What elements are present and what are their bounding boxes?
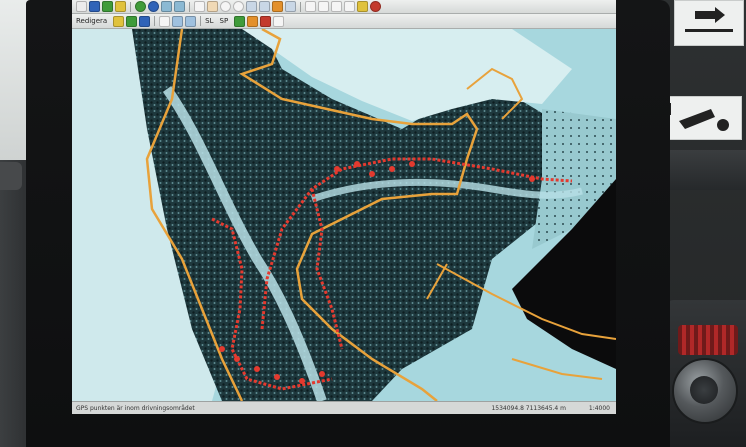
toolbar-separator xyxy=(154,16,156,26)
map-view[interactable] xyxy=(72,29,616,401)
polygon-icon[interactable] xyxy=(172,15,184,27)
gis-application-window: Redigera SL SP GPS punkten är inom drivn… xyxy=(72,0,616,414)
status-bar: GPS punkten är inom drivningsområdet 153… xyxy=(72,401,616,414)
globe-icon[interactable] xyxy=(148,1,159,12)
aerial-map xyxy=(72,29,616,401)
pointer-icon[interactable] xyxy=(194,1,205,12)
toolbar-separator xyxy=(300,1,301,12)
marker-icon[interactable] xyxy=(260,15,272,27)
add-layer-icon[interactable] xyxy=(102,1,113,12)
line-icon[interactable] xyxy=(185,15,197,27)
settings-icon[interactable] xyxy=(357,1,368,12)
globe-icon[interactable] xyxy=(135,1,146,12)
zoom-in-icon[interactable] xyxy=(220,1,231,12)
status-message: GPS punkten är inom drivningsområdet xyxy=(76,405,195,412)
layers-icon[interactable] xyxy=(259,1,270,12)
grid-icon[interactable] xyxy=(344,1,355,12)
f-icon[interactable] xyxy=(331,1,342,12)
h-icon[interactable] xyxy=(318,1,329,12)
hand-icon[interactable] xyxy=(207,1,218,12)
route-icon[interactable] xyxy=(247,15,259,27)
toolbar-separator xyxy=(200,16,202,26)
tool-label-sl[interactable]: SL xyxy=(205,17,213,25)
main-toolbar xyxy=(72,0,616,14)
instruction-sticker-top xyxy=(674,0,744,46)
node-add-icon[interactable] xyxy=(126,15,138,27)
edit-toolbar: Redigera SL SP xyxy=(72,14,616,29)
mode-label[interactable]: Redigera xyxy=(76,17,107,25)
toolbar-separator xyxy=(189,1,190,12)
save-icon[interactable] xyxy=(89,1,100,12)
zoom-out-icon[interactable] xyxy=(233,1,244,12)
info-icon[interactable] xyxy=(273,15,285,27)
zoom-extent-icon[interactable] xyxy=(246,1,257,12)
dial-center xyxy=(690,376,718,404)
window-icon[interactable] xyxy=(285,1,296,12)
control-dial[interactable] xyxy=(672,358,738,424)
gps-icon[interactable] xyxy=(234,15,246,27)
scale-readout: 1:4000 xyxy=(588,405,610,412)
cab-left-knob xyxy=(0,162,22,190)
coordinate-readout: 1534094.8 7113645.4 m xyxy=(491,405,566,412)
back-arrow-icon[interactable] xyxy=(161,1,172,12)
red-vent xyxy=(678,325,738,355)
open-file-icon[interactable] xyxy=(76,1,87,12)
select-icon[interactable] xyxy=(159,15,171,27)
home-icon[interactable] xyxy=(305,1,316,12)
forward-arrow-icon[interactable] xyxy=(174,1,185,12)
tool-label-sp[interactable]: SP xyxy=(220,17,229,25)
node-move-icon[interactable] xyxy=(139,15,151,27)
toolbar-separator xyxy=(130,1,131,12)
lock-icon[interactable] xyxy=(272,1,283,12)
pencil-icon[interactable] xyxy=(113,15,125,27)
remove-layer-icon[interactable] xyxy=(115,1,126,12)
close-icon[interactable] xyxy=(370,1,381,12)
